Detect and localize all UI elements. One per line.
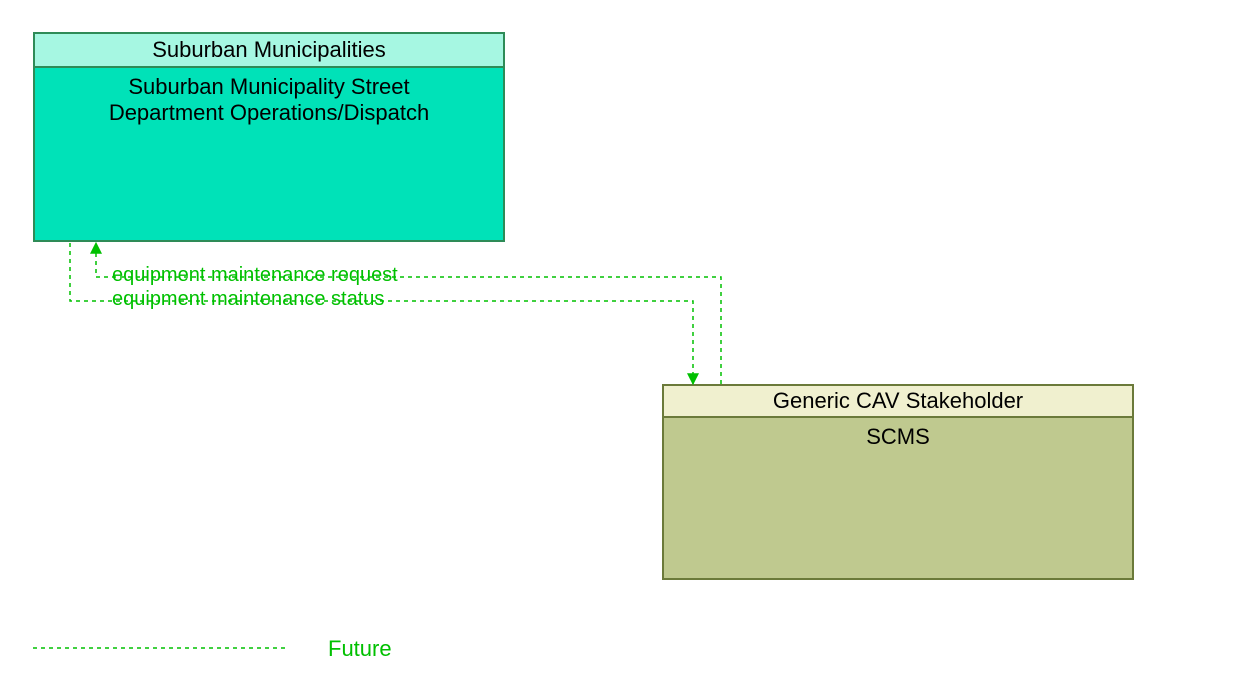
legend-label: Future (328, 636, 392, 662)
connectors-svg (0, 0, 1252, 688)
flow-request-label: equipment maintenance request (112, 264, 398, 287)
flow-status-label: equipment maintenance status (112, 288, 384, 311)
